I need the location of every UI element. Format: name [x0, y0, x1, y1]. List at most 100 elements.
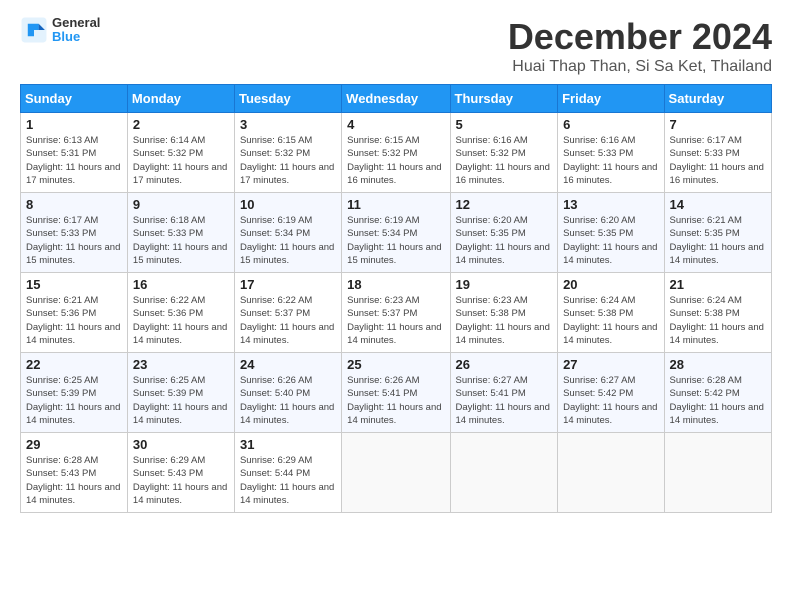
day-info: Sunrise: 6:20 AM Sunset: 5:35 PM Dayligh…: [563, 214, 658, 267]
day-info: Sunrise: 6:27 AM Sunset: 5:41 PM Dayligh…: [456, 374, 553, 427]
day-number: 26: [456, 357, 553, 372]
calendar-cell: 15 Sunrise: 6:21 AM Sunset: 5:36 PM Dayl…: [21, 273, 128, 353]
day-info: Sunrise: 6:22 AM Sunset: 5:37 PM Dayligh…: [240, 294, 336, 347]
day-number: 29: [26, 437, 122, 452]
calendar-cell: 13 Sunrise: 6:20 AM Sunset: 5:35 PM Dayl…: [558, 193, 664, 273]
day-info: Sunrise: 6:20 AM Sunset: 5:35 PM Dayligh…: [456, 214, 553, 267]
calendar-cell: 31 Sunrise: 6:29 AM Sunset: 5:44 PM Dayl…: [234, 433, 341, 513]
day-number: 8: [26, 197, 122, 212]
calendar-cell: 23 Sunrise: 6:25 AM Sunset: 5:39 PM Dayl…: [127, 353, 234, 433]
day-number: 11: [347, 197, 444, 212]
page-header: General Blue December 2024 Huai Thap Tha…: [20, 16, 772, 76]
day-info: Sunrise: 6:13 AM Sunset: 5:31 PM Dayligh…: [26, 134, 122, 187]
calendar-cell: 17 Sunrise: 6:22 AM Sunset: 5:37 PM Dayl…: [234, 273, 341, 353]
day-number: 22: [26, 357, 122, 372]
day-number: 16: [133, 277, 229, 292]
location-title: Huai Thap Than, Si Sa Ket, Thailand: [508, 58, 772, 76]
day-info: Sunrise: 6:23 AM Sunset: 5:38 PM Dayligh…: [456, 294, 553, 347]
day-info: Sunrise: 6:17 AM Sunset: 5:33 PM Dayligh…: [26, 214, 122, 267]
logo-line2: Blue: [52, 30, 100, 44]
day-number: 15: [26, 277, 122, 292]
day-info: Sunrise: 6:19 AM Sunset: 5:34 PM Dayligh…: [240, 214, 336, 267]
calendar-body: 1 Sunrise: 6:13 AM Sunset: 5:31 PM Dayli…: [21, 113, 772, 513]
day-number: 18: [347, 277, 444, 292]
calendar-cell: 6 Sunrise: 6:16 AM Sunset: 5:33 PM Dayli…: [558, 113, 664, 193]
calendar-cell: 19 Sunrise: 6:23 AM Sunset: 5:38 PM Dayl…: [450, 273, 558, 353]
day-number: 19: [456, 277, 553, 292]
calendar-cell: 28 Sunrise: 6:28 AM Sunset: 5:42 PM Dayl…: [664, 353, 771, 433]
day-number: 1: [26, 117, 122, 132]
calendar-cell: 3 Sunrise: 6:15 AM Sunset: 5:32 PM Dayli…: [234, 113, 341, 193]
calendar-cell: [558, 433, 664, 513]
day-info: Sunrise: 6:14 AM Sunset: 5:32 PM Dayligh…: [133, 134, 229, 187]
calendar-cell: [450, 433, 558, 513]
day-info: Sunrise: 6:28 AM Sunset: 5:42 PM Dayligh…: [670, 374, 766, 427]
day-number: 6: [563, 117, 658, 132]
day-info: Sunrise: 6:18 AM Sunset: 5:33 PM Dayligh…: [133, 214, 229, 267]
day-number: 12: [456, 197, 553, 212]
day-number: 14: [670, 197, 766, 212]
calendar-cell: 30 Sunrise: 6:29 AM Sunset: 5:43 PM Dayl…: [127, 433, 234, 513]
month-title: December 2024: [508, 16, 772, 58]
day-info: Sunrise: 6:22 AM Sunset: 5:36 PM Dayligh…: [133, 294, 229, 347]
calendar-day-header: Tuesday: [234, 85, 341, 113]
calendar-cell: 9 Sunrise: 6:18 AM Sunset: 5:33 PM Dayli…: [127, 193, 234, 273]
day-info: Sunrise: 6:26 AM Sunset: 5:40 PM Dayligh…: [240, 374, 336, 427]
day-number: 3: [240, 117, 336, 132]
calendar-week-row: 15 Sunrise: 6:21 AM Sunset: 5:36 PM Dayl…: [21, 273, 772, 353]
calendar-cell: 20 Sunrise: 6:24 AM Sunset: 5:38 PM Dayl…: [558, 273, 664, 353]
day-number: 23: [133, 357, 229, 372]
day-info: Sunrise: 6:16 AM Sunset: 5:33 PM Dayligh…: [563, 134, 658, 187]
calendar-day-header: Friday: [558, 85, 664, 113]
day-number: 5: [456, 117, 553, 132]
day-info: Sunrise: 6:25 AM Sunset: 5:39 PM Dayligh…: [26, 374, 122, 427]
day-number: 4: [347, 117, 444, 132]
day-info: Sunrise: 6:29 AM Sunset: 5:44 PM Dayligh…: [240, 454, 336, 507]
day-number: 30: [133, 437, 229, 452]
calendar-cell: [342, 433, 450, 513]
calendar-cell: 21 Sunrise: 6:24 AM Sunset: 5:38 PM Dayl…: [664, 273, 771, 353]
day-info: Sunrise: 6:23 AM Sunset: 5:37 PM Dayligh…: [347, 294, 444, 347]
calendar-cell: 18 Sunrise: 6:23 AM Sunset: 5:37 PM Dayl…: [342, 273, 450, 353]
calendar-cell: 22 Sunrise: 6:25 AM Sunset: 5:39 PM Dayl…: [21, 353, 128, 433]
day-number: 7: [670, 117, 766, 132]
day-number: 9: [133, 197, 229, 212]
calendar-day-header: Monday: [127, 85, 234, 113]
calendar-cell: 8 Sunrise: 6:17 AM Sunset: 5:33 PM Dayli…: [21, 193, 128, 273]
logo-line1: General: [52, 16, 100, 30]
calendar-cell: 14 Sunrise: 6:21 AM Sunset: 5:35 PM Dayl…: [664, 193, 771, 273]
calendar-week-row: 22 Sunrise: 6:25 AM Sunset: 5:39 PM Dayl…: [21, 353, 772, 433]
day-info: Sunrise: 6:15 AM Sunset: 5:32 PM Dayligh…: [347, 134, 444, 187]
calendar-cell: 26 Sunrise: 6:27 AM Sunset: 5:41 PM Dayl…: [450, 353, 558, 433]
day-number: 17: [240, 277, 336, 292]
calendar-cell: 16 Sunrise: 6:22 AM Sunset: 5:36 PM Dayl…: [127, 273, 234, 353]
calendar-cell: 1 Sunrise: 6:13 AM Sunset: 5:31 PM Dayli…: [21, 113, 128, 193]
calendar-cell: 2 Sunrise: 6:14 AM Sunset: 5:32 PM Dayli…: [127, 113, 234, 193]
day-info: Sunrise: 6:21 AM Sunset: 5:36 PM Dayligh…: [26, 294, 122, 347]
calendar-day-header: Wednesday: [342, 85, 450, 113]
calendar-cell: 10 Sunrise: 6:19 AM Sunset: 5:34 PM Dayl…: [234, 193, 341, 273]
calendar-cell: 24 Sunrise: 6:26 AM Sunset: 5:40 PM Dayl…: [234, 353, 341, 433]
logo-text: General Blue: [52, 16, 100, 45]
day-info: Sunrise: 6:15 AM Sunset: 5:32 PM Dayligh…: [240, 134, 336, 187]
calendar-header: SundayMondayTuesdayWednesdayThursdayFrid…: [21, 85, 772, 113]
day-info: Sunrise: 6:28 AM Sunset: 5:43 PM Dayligh…: [26, 454, 122, 507]
calendar-week-row: 1 Sunrise: 6:13 AM Sunset: 5:31 PM Dayli…: [21, 113, 772, 193]
logo-icon: [20, 16, 48, 44]
day-info: Sunrise: 6:25 AM Sunset: 5:39 PM Dayligh…: [133, 374, 229, 427]
title-area: December 2024 Huai Thap Than, Si Sa Ket,…: [508, 16, 772, 76]
calendar-day-header: Saturday: [664, 85, 771, 113]
day-number: 25: [347, 357, 444, 372]
day-info: Sunrise: 6:24 AM Sunset: 5:38 PM Dayligh…: [670, 294, 766, 347]
day-number: 31: [240, 437, 336, 452]
day-info: Sunrise: 6:19 AM Sunset: 5:34 PM Dayligh…: [347, 214, 444, 267]
calendar-cell: 27 Sunrise: 6:27 AM Sunset: 5:42 PM Dayl…: [558, 353, 664, 433]
calendar-cell: 5 Sunrise: 6:16 AM Sunset: 5:32 PM Dayli…: [450, 113, 558, 193]
calendar-cell: [664, 433, 771, 513]
day-info: Sunrise: 6:27 AM Sunset: 5:42 PM Dayligh…: [563, 374, 658, 427]
day-number: 27: [563, 357, 658, 372]
day-number: 21: [670, 277, 766, 292]
day-info: Sunrise: 6:24 AM Sunset: 5:38 PM Dayligh…: [563, 294, 658, 347]
logo: General Blue: [20, 16, 100, 45]
day-number: 24: [240, 357, 336, 372]
